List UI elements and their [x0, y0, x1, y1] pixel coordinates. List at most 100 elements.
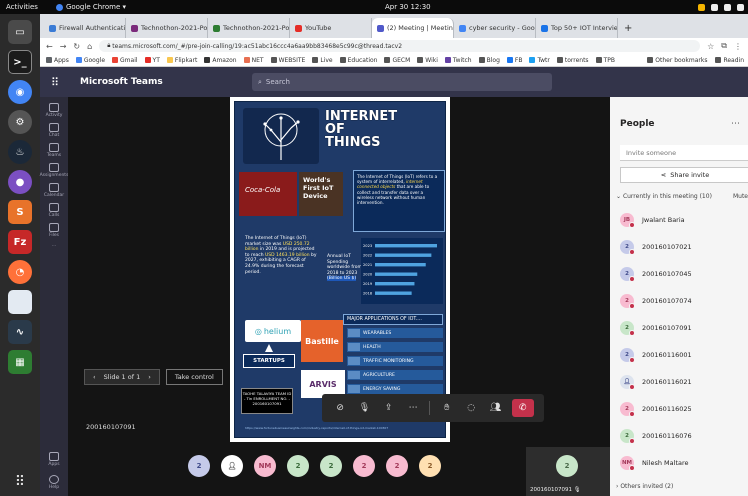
participant-row[interactable]: NM Nilesh Maltare [620, 456, 689, 471]
avatar[interactable]: NM [254, 455, 276, 477]
others-invited-header[interactable]: › Others invited (2) [616, 483, 673, 490]
app-launcher-icon[interactable]: ⠿ [40, 76, 70, 89]
mute-all-button[interactable]: Mute [733, 193, 748, 200]
star-icon[interactable]: ☆ [707, 42, 714, 51]
activities-button[interactable]: Activities [6, 3, 38, 11]
invite-input[interactable]: Invite someone [620, 145, 748, 161]
browser-tab[interactable]: Firewall Authenticatio× [44, 18, 126, 38]
firefox-icon[interactable]: ◔ [8, 260, 32, 284]
hang-up-button[interactable]: ✆ [511, 399, 534, 417]
bookmark[interactable]: NET [243, 57, 264, 64]
raise-hand-icon[interactable]: ✋︎ [439, 400, 455, 416]
participant-row[interactable]: 👤︎ 200160116021 [620, 375, 692, 390]
bookmark[interactable]: Twtr [529, 57, 550, 64]
share-invite-button[interactable]: ⋖ Share invite [620, 167, 748, 183]
bookmark[interactable]: torrents [556, 57, 589, 64]
participant-row[interactable]: 2 200160116001 [620, 348, 692, 363]
bookmark[interactable]: Live [312, 57, 333, 64]
take-control-button[interactable]: Take control [165, 369, 223, 385]
document-viewer-icon[interactable] [8, 290, 32, 314]
browser-tab[interactable]: cyber security - Google× [454, 18, 536, 38]
browser-tab[interactable]: Top 50+ IOT Interview× [536, 18, 618, 38]
bookmark[interactable]: YT [144, 57, 160, 64]
participant-row[interactable]: 2 200160107021 [620, 240, 692, 255]
chat-icon[interactable]: ◌ [463, 400, 479, 416]
camera-off-icon[interactable]: ⊘ [332, 400, 348, 416]
reload-icon[interactable]: ↻ [73, 42, 80, 51]
bookmark[interactable]: Twitch [444, 57, 472, 64]
more-actions-icon[interactable]: ⋯ [405, 400, 421, 416]
participant-row[interactable]: 2 200160107074 [620, 294, 692, 309]
files-icon[interactable]: ▭ [8, 20, 32, 44]
avatar[interactable]: 2 [419, 455, 441, 477]
participants-icon[interactable]: 👥︎ [487, 400, 503, 416]
avatar[interactable]: 2 [188, 455, 210, 477]
participant-row[interactable]: 2 200160116076 [620, 429, 692, 444]
participant-row[interactable]: 2 200160107045 [620, 267, 692, 282]
avatar[interactable]: 2 [287, 455, 309, 477]
participant-row[interactable]: 2 200160107091 [620, 321, 692, 336]
menu-icon[interactable]: ⋮ [734, 42, 742, 51]
extensions-icon[interactable]: ⧉ [721, 41, 727, 51]
next-slide-icon[interactable]: › [148, 373, 151, 381]
rail-item-activity[interactable]: Activity [46, 103, 62, 118]
browser-tab[interactable]: YouTube [290, 18, 372, 38]
steam-icon[interactable]: ♨ [8, 140, 32, 164]
more-options-icon[interactable]: ⋯ [731, 119, 740, 129]
current-participants-header[interactable]: ⌄ Currently in this meeting (10) [616, 193, 712, 200]
show-applications-icon[interactable]: ⠿ [15, 474, 25, 490]
bookmark[interactable]: Amazon [204, 57, 237, 64]
rail-item-files[interactable]: Files [49, 223, 59, 238]
bookmark[interactable]: FB [506, 57, 522, 64]
bookmark[interactable]: WEBSITE [270, 57, 305, 64]
sublime-icon[interactable]: S [8, 200, 32, 224]
bookmark[interactable]: Google [75, 57, 105, 64]
avatar[interactable]: 2 [320, 455, 342, 477]
rail-item-apps[interactable]: Apps [48, 452, 60, 467]
participant-row[interactable]: 2 200160116025 [620, 402, 692, 417]
bookmark[interactable]: Blog [478, 57, 500, 64]
spreadsheet-icon[interactable]: ▦ [8, 350, 32, 374]
back-icon[interactable]: ← [46, 42, 53, 51]
filezilla-icon[interactable]: Fz [8, 230, 32, 254]
search-input[interactable]: ⌕ Search [252, 73, 552, 91]
rail-item-more[interactable]: ... [52, 243, 56, 248]
avatar-photo[interactable]: 👤︎ [221, 455, 243, 477]
participant-row[interactable]: JB Jwalant Baria [620, 213, 685, 228]
microphone-icon[interactable]: 🎙︎ [356, 400, 372, 416]
avatar[interactable]: 2 [353, 455, 375, 477]
system-monitor-icon[interactable]: ∿ [8, 320, 32, 344]
rail-item-calendar[interactable]: Calendar [44, 183, 64, 198]
bookmark[interactable]: Apps [46, 57, 69, 64]
browser-tab[interactable]: Technothon-2021-Postr× [208, 18, 290, 38]
bookmark[interactable]: Flipkart [166, 57, 197, 64]
system-tray[interactable] [698, 3, 744, 11]
rail-item-chat[interactable]: Chat [49, 123, 59, 138]
browser-tab[interactable]: Technothon-2021-Postr× [126, 18, 208, 38]
rail-item-assignments[interactable]: Assignments [40, 163, 68, 178]
forward-icon[interactable]: → [60, 42, 67, 51]
app-menu[interactable]: Google Chrome ▾ [55, 3, 126, 11]
self-video-tile[interactable]: 2 200160107091 🎙︎ [526, 447, 610, 496]
bookmark[interactable]: Wiki [417, 57, 438, 64]
chrome-dock-icon[interactable]: ◉ [8, 80, 32, 104]
share-screen-icon[interactable]: ⇪ [381, 400, 397, 416]
bookmark[interactable]: Gmail [112, 57, 138, 64]
new-tab-button[interactable]: + [618, 23, 638, 38]
rail-item-calls[interactable]: Calls [49, 203, 59, 218]
address-bar[interactable]: 🔒︎ teams.microsoft.com/_#/pre-join-calli… [99, 40, 701, 52]
clock[interactable]: Apr 30 12:30 [385, 3, 431, 11]
rail-item-help[interactable]: Help [49, 475, 59, 490]
bookmark[interactable]: Education [339, 57, 377, 64]
bookmark[interactable]: TPB [595, 57, 615, 64]
terminal-icon[interactable]: >_ [8, 50, 32, 74]
bookmark[interactable]: GECM [384, 57, 410, 64]
rail-item-teams[interactable]: Teams [47, 143, 61, 158]
other-bookmarks[interactable]: Other bookmarks [647, 57, 707, 64]
reading-list[interactable]: Readin [715, 57, 744, 64]
settings-icon[interactable]: ⚙ [8, 110, 32, 134]
previous-slide-icon[interactable]: ‹ [93, 373, 96, 381]
media-icon[interactable]: ● [8, 170, 32, 194]
home-icon[interactable]: ⌂ [87, 42, 92, 51]
browser-tab-active[interactable]: (2) Meeting | Meeting× [372, 18, 454, 38]
